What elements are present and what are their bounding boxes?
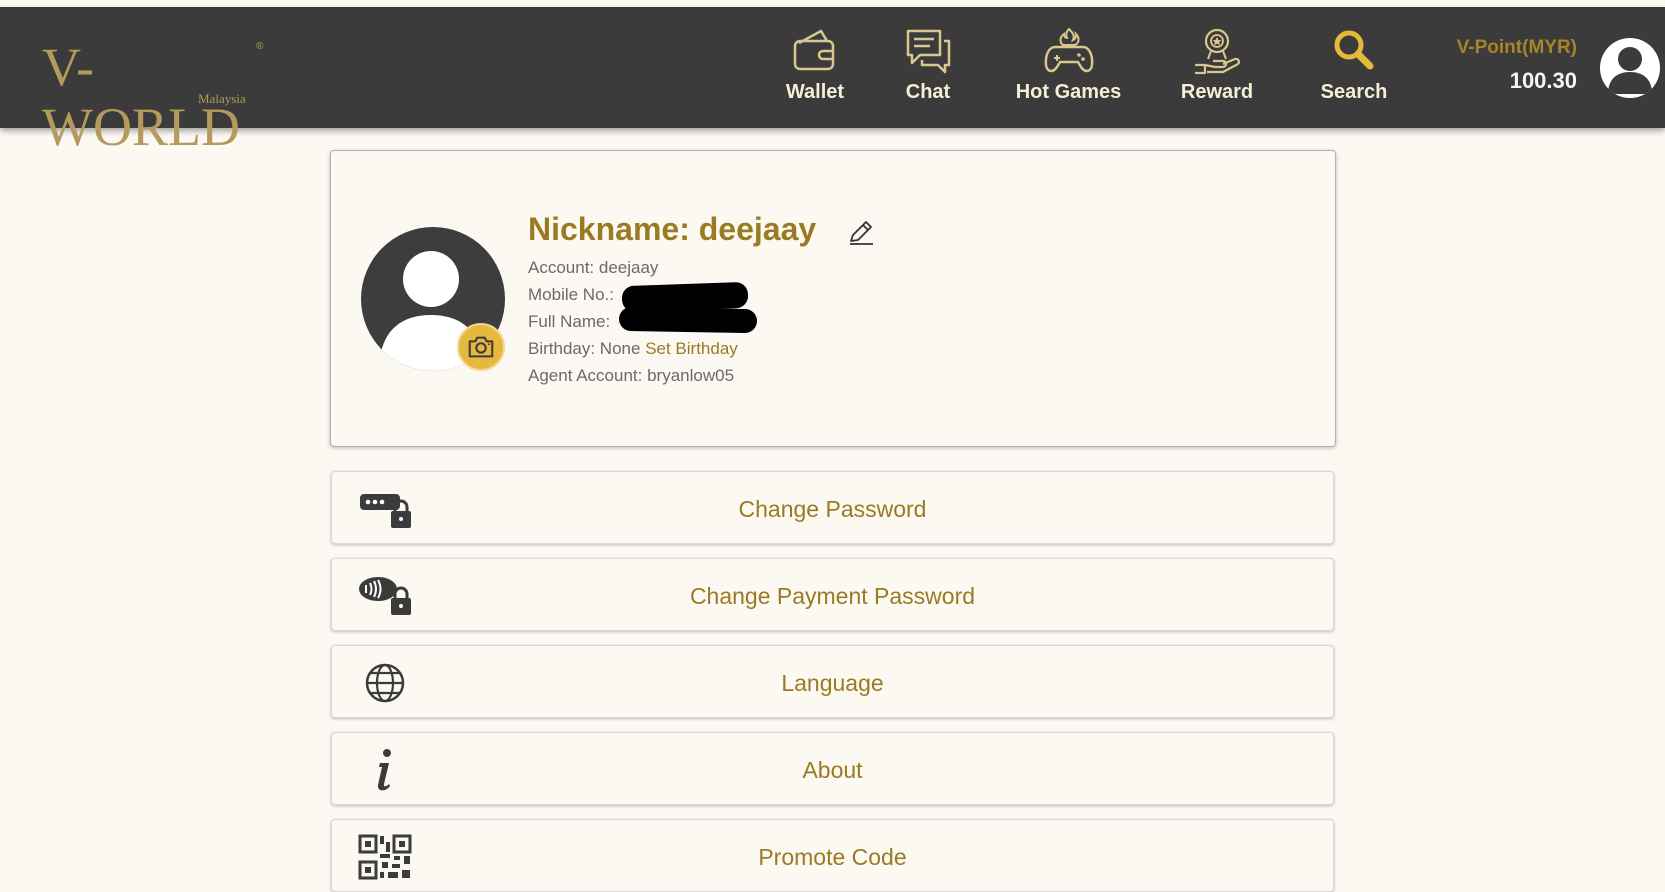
language-row[interactable]: Language	[331, 645, 1334, 718]
nav-wallet-label: Wallet	[785, 81, 845, 103]
logo-region: Malaysia	[198, 91, 246, 106]
nav-hot-games-label: Hot Games	[1015, 81, 1122, 103]
nav-search-label: Search	[1320, 81, 1388, 103]
birthday-row: Birthday: None Set Birthday	[528, 339, 738, 359]
set-birthday-link[interactable]: Set Birthday	[645, 339, 738, 358]
gamepad-icon	[1044, 27, 1093, 73]
chat-icon	[906, 29, 951, 74]
birthday-label: Birthday: None	[528, 339, 641, 358]
nav-reward[interactable]: Reward	[1172, 25, 1262, 115]
wallet-icon	[793, 29, 835, 71]
promote-code-row[interactable]: Promote Code	[331, 819, 1334, 892]
about-label: About	[802, 757, 863, 783]
user-icon	[1608, 47, 1652, 94]
edit-nickname-icon[interactable]	[846, 217, 876, 247]
vpoint-balance: V-Point(MYR) 100.30	[1457, 37, 1577, 94]
change-payment-password-label: Change Payment Password	[689, 583, 976, 609]
promote-code-label: Promote Code	[758, 844, 907, 870]
fullname-label: Full Name:	[528, 312, 611, 331]
nav-wallet[interactable]: Wallet	[780, 25, 850, 115]
profile-card: Nickname: deejaay Account: deejaay Mobil…	[330, 150, 1336, 447]
change-photo-button[interactable]	[457, 323, 505, 371]
change-payment-password-row[interactable]: Change Payment Password	[331, 558, 1334, 631]
nickname-title: Nickname: deejaay	[528, 211, 817, 247]
mobile-label: Mobile No.:	[528, 285, 614, 304]
nav-hot-games[interactable]: Hot Games	[1006, 25, 1131, 115]
top-strip	[0, 0, 1665, 7]
reward-icon	[1195, 28, 1240, 75]
v-world-logo[interactable]: V-WORLD ® Malaysia	[42, 37, 272, 157]
camera-icon	[468, 336, 494, 358]
logo-registered-mark: ®	[256, 41, 264, 52]
fullname-redaction	[618, 306, 758, 334]
nav-chat[interactable]: Chat	[893, 25, 963, 115]
search-icon	[1334, 30, 1374, 70]
account-text: Account: deejaay	[528, 258, 659, 277]
nav-chat-label: Chat	[905, 81, 951, 103]
change-password-label: Change Password	[738, 496, 927, 522]
nav-search[interactable]: Search	[1309, 25, 1399, 115]
about-row[interactable]: About	[331, 732, 1334, 805]
language-label: Language	[781, 670, 884, 696]
agent-account-text: Agent Account: bryanlow05	[528, 366, 735, 385]
vpoint-label: V-Point(MYR)	[1456, 37, 1577, 58]
top-nav-bar: V-WORLD ® Malaysia Wallet Chat Hot Games…	[0, 7, 1665, 157]
nav-reward-label: Reward	[1180, 81, 1254, 103]
user-avatar-button[interactable]	[1600, 38, 1660, 98]
change-password-row[interactable]: Change Password	[331, 471, 1334, 544]
vpoint-value: 100.30	[1509, 68, 1577, 93]
